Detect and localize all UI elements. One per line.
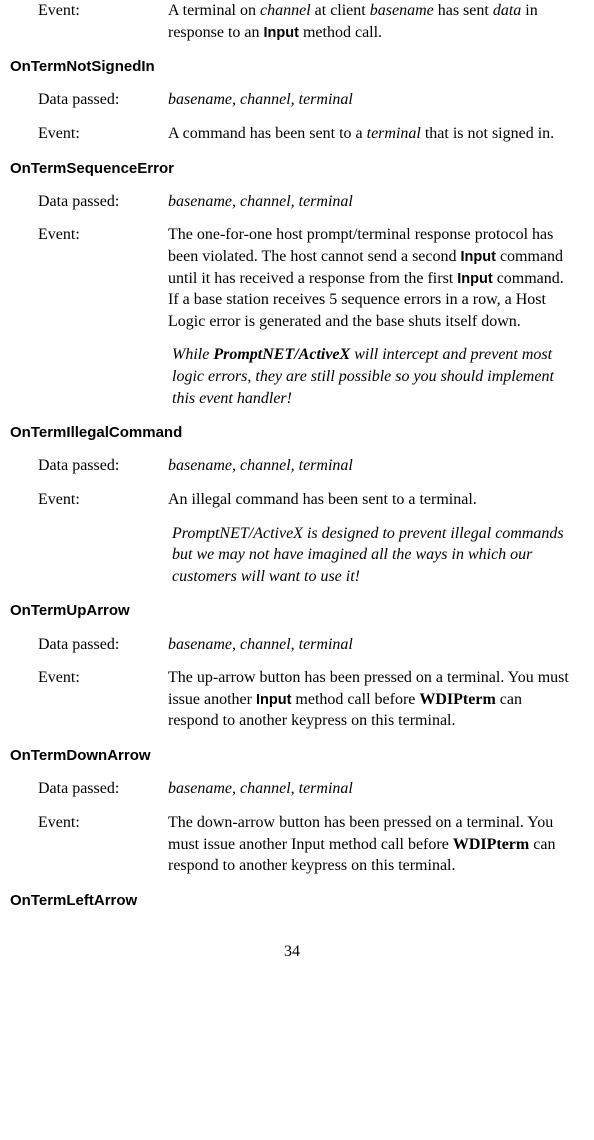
data-row: Data passed: basename, channel, terminal [8, 191, 576, 213]
event-row: Event: The up-arrow button has been pres… [8, 667, 576, 732]
data-row: Data passed: basename, channel, terminal [8, 634, 576, 656]
event-label: Event: [8, 0, 168, 43]
event-desc: A terminal on channel at client basename… [168, 0, 576, 43]
event-row: Event: The one-for-one host prompt/termi… [8, 224, 576, 332]
heading-on-term-up-arrow: OnTermUpArrow [10, 601, 576, 621]
heading-on-term-illegal-command: OnTermIllegalCommand [10, 423, 576, 443]
data-desc: basename, channel, terminal [168, 455, 576, 477]
heading-on-term-left-arrow: OnTermLeftArrow [10, 891, 576, 911]
data-desc: basename, channel, terminal [168, 89, 576, 111]
data-desc: basename, channel, terminal [168, 191, 576, 213]
event-label: Event: [8, 123, 168, 145]
data-desc: basename, channel, terminal [168, 778, 576, 800]
heading-on-term-sequence-error: OnTermSequenceError [10, 159, 576, 179]
event-row: Event: An illegal command has been sent … [8, 489, 576, 511]
page-number: 34 [8, 941, 576, 963]
data-label: Data passed: [8, 191, 168, 213]
event-row: Event: A terminal on channel at client b… [8, 0, 576, 43]
page-content: Event: A terminal on channel at client b… [0, 0, 594, 963]
data-label: Data passed: [8, 634, 168, 656]
event-row: Event: The down-arrow button has been pr… [8, 812, 576, 877]
data-label: Data passed: [8, 778, 168, 800]
event-label: Event: [8, 224, 168, 332]
event-row: Event: A command has been sent to a term… [8, 123, 576, 145]
event-desc: The down-arrow button has been pressed o… [168, 812, 576, 877]
heading-on-term-not-signed-in: OnTermNotSignedIn [10, 57, 576, 77]
event-desc: The one-for-one host prompt/terminal res… [168, 224, 576, 332]
note-text: While PromptNET/ActiveX will intercept a… [172, 344, 576, 409]
data-row: Data passed: basename, channel, terminal [8, 455, 576, 477]
data-row: Data passed: basename, channel, terminal [8, 89, 576, 111]
data-label: Data passed: [8, 89, 168, 111]
event-desc: A command has been sent to a terminal th… [168, 123, 576, 145]
note-text: PromptNET/ActiveX is designed to prevent… [172, 523, 576, 588]
data-label: Data passed: [8, 455, 168, 477]
event-label: Event: [8, 489, 168, 511]
heading-on-term-down-arrow: OnTermDownArrow [10, 746, 576, 766]
event-desc: An illegal command has been sent to a te… [168, 489, 576, 511]
data-row: Data passed: basename, channel, terminal [8, 778, 576, 800]
event-desc: The up-arrow button has been pressed on … [168, 667, 576, 732]
event-label: Event: [8, 667, 168, 732]
event-label: Event: [8, 812, 168, 877]
data-desc: basename, channel, terminal [168, 634, 576, 656]
